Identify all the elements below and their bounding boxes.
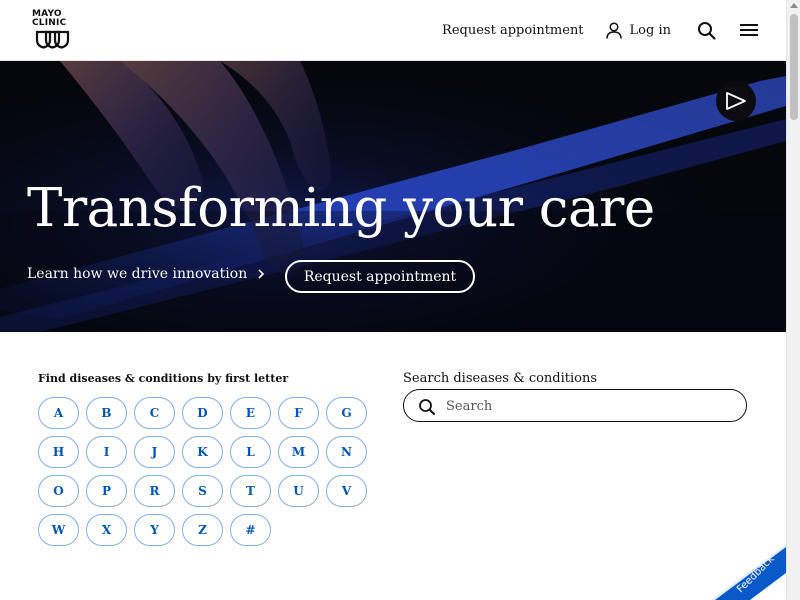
- letter-button-b[interactable]: B: [86, 397, 127, 429]
- search-icon: [698, 21, 716, 40]
- search-conditions-label: Search diseases & conditions: [403, 371, 598, 386]
- feedback-tab[interactable]: Feedback: [712, 545, 786, 600]
- find-by-letter-heading: Find diseases & conditions by first lett…: [38, 372, 289, 385]
- letter-button-c[interactable]: C: [134, 397, 175, 429]
- hamburger-menu-icon: [740, 24, 758, 36]
- page-scrollbar[interactable]: [786, 0, 800, 600]
- letter-button-p[interactable]: P: [86, 475, 127, 507]
- play-icon: [726, 92, 746, 110]
- mayo-clinic-logo[interactable]: MAYO CLINIC: [32, 10, 72, 50]
- letter-button-w[interactable]: W: [38, 514, 79, 546]
- scroll-up-arrow-icon[interactable]: [790, 3, 798, 8]
- search-conditions-input[interactable]: [444, 394, 734, 418]
- logo-line-2: CLINIC: [32, 18, 67, 28]
- letter-button-k[interactable]: K: [182, 436, 223, 468]
- login-link[interactable]: Log in: [605, 21, 671, 39]
- letter-button-f[interactable]: F: [278, 397, 319, 429]
- hero-play-button[interactable]: [716, 81, 756, 121]
- chevron-right-icon: [258, 269, 265, 279]
- hero-banner: Transforming your care Learn how we driv…: [0, 61, 786, 332]
- letter-button-g[interactable]: G: [326, 397, 367, 429]
- letter-button-o[interactable]: O: [38, 475, 79, 507]
- header-search-button[interactable]: [697, 21, 716, 40]
- letter-button-d[interactable]: D: [182, 397, 223, 429]
- search-conditions-box: [403, 389, 747, 422]
- letter-button-v[interactable]: V: [326, 475, 367, 507]
- letter-button-r[interactable]: R: [134, 475, 175, 507]
- header-nav: Request appointment Log in: [442, 17, 758, 43]
- letter-button-j[interactable]: J: [134, 436, 175, 468]
- letter-button-h[interactable]: H: [38, 436, 79, 468]
- letter-button-e[interactable]: E: [230, 397, 271, 429]
- login-label: Log in: [629, 22, 671, 38]
- letter-button-s[interactable]: S: [182, 475, 223, 507]
- letter-button-m[interactable]: M: [278, 436, 319, 468]
- scrollbar-thumb[interactable]: [790, 14, 798, 120]
- letter-button-hash[interactable]: #: [230, 514, 271, 546]
- shields-icon: [35, 30, 70, 49]
- letter-button-z[interactable]: Z: [182, 514, 223, 546]
- logo-text: MAYO CLINIC: [32, 10, 72, 28]
- letter-button-u[interactable]: U: [278, 475, 319, 507]
- letter-button-t[interactable]: T: [230, 475, 271, 507]
- nav-request-appointment-link[interactable]: Request appointment: [442, 23, 584, 38]
- search-icon: [419, 399, 435, 415]
- hero-request-appointment-button[interactable]: Request appointment: [285, 260, 475, 293]
- letter-button-x[interactable]: X: [86, 514, 127, 546]
- site-header: MAYO CLINIC Request appointment Log in: [0, 0, 786, 61]
- user-icon: [605, 21, 622, 39]
- hero-title: Transforming your care: [27, 178, 655, 239]
- letter-button-l[interactable]: L: [230, 436, 271, 468]
- innovation-link[interactable]: Learn how we drive innovation: [27, 266, 265, 282]
- letter-button-y[interactable]: Y: [134, 514, 175, 546]
- innovation-link-label: Learn how we drive innovation: [27, 266, 248, 282]
- page: MAYO CLINIC Request appointment Log in T…: [0, 0, 800, 600]
- letter-button-n[interactable]: N: [326, 436, 367, 468]
- letter-button-a[interactable]: A: [38, 397, 79, 429]
- letter-button-i[interactable]: I: [86, 436, 127, 468]
- menu-button[interactable]: [740, 23, 758, 37]
